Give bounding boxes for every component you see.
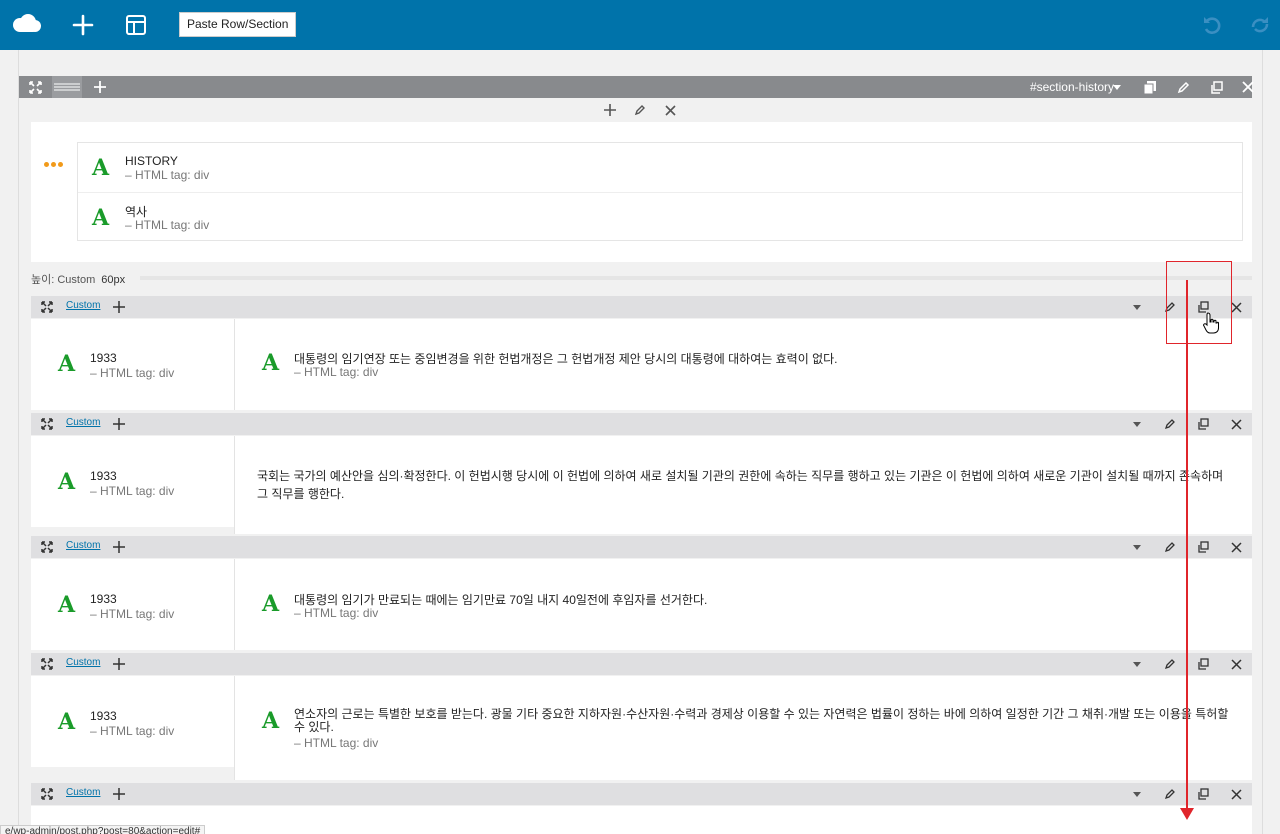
row-custom-link[interactable]: Custom xyxy=(66,417,100,428)
module-row-yeoksa[interactable]: A 역사 – HTML tag: div xyxy=(78,192,1242,241)
arrow-head-annotation xyxy=(1180,808,1194,820)
row-move-icon[interactable] xyxy=(39,653,55,675)
highlight-box-annotation xyxy=(1166,261,1232,344)
row-caret-icon[interactable] xyxy=(1131,653,1143,675)
row-add-plus-icon[interactable] xyxy=(111,536,127,558)
row-add-plus-icon[interactable] xyxy=(111,413,127,435)
year-subtitle: – HTML tag: div xyxy=(90,484,175,498)
row-add-plus-icon[interactable] xyxy=(111,653,127,675)
row-caret-icon[interactable] xyxy=(1131,413,1143,435)
row-caret-icon[interactable] xyxy=(1131,296,1143,318)
row-duplicate-icon[interactable] xyxy=(1195,413,1211,435)
height-divider xyxy=(140,276,1252,280)
row-move-icon[interactable] xyxy=(39,413,55,435)
top-toolbar: Paste Row/Section xyxy=(0,0,1280,50)
section-sub-toolbar xyxy=(600,100,680,120)
year-title: 1933 xyxy=(90,592,117,606)
row-add-plus-icon[interactable] xyxy=(111,296,127,318)
row-add-plus-icon[interactable] xyxy=(111,783,127,805)
section-sub-close-icon[interactable] xyxy=(660,100,680,120)
height-setting: 높이: Custom 60px xyxy=(31,271,125,287)
row-close-icon[interactable] xyxy=(1228,783,1244,805)
module-options-dots-icon[interactable] xyxy=(44,162,63,167)
row-toolbar: Custom xyxy=(31,653,1252,675)
row-custom-link[interactable]: Custom xyxy=(66,300,100,311)
module-subtitle: – HTML tag: div xyxy=(294,736,379,750)
text-module-icon: A xyxy=(58,351,76,377)
text-module-icon: A xyxy=(58,709,76,735)
year-subtitle: – HTML tag: div xyxy=(90,366,175,380)
year-subtitle: – HTML tag: div xyxy=(90,607,175,621)
row-duplicate-icon[interactable] xyxy=(1195,536,1211,558)
logo-cloud-icon[interactable] xyxy=(10,9,42,41)
row-duplicate-icon[interactable] xyxy=(1195,653,1211,675)
section-drag-handle[interactable] xyxy=(52,76,82,98)
paste-row-section-button[interactable]: Paste Row/Section xyxy=(179,12,297,37)
section-edit-pencil-icon[interactable] xyxy=(1174,76,1192,98)
redo-icon[interactable] xyxy=(1244,9,1276,41)
year-title: 1933 xyxy=(90,351,117,365)
row-move-icon[interactable] xyxy=(39,783,55,805)
section-move-icon[interactable] xyxy=(25,76,45,98)
year-subtitle: – HTML tag: div xyxy=(90,724,175,738)
year-title: 1933 xyxy=(90,709,117,723)
row-toolbar: Custom xyxy=(31,783,1252,805)
text-module-icon: A xyxy=(262,591,280,617)
row-toolbar: Custom xyxy=(31,413,1252,435)
row-move-icon[interactable] xyxy=(39,296,55,318)
row-close-icon[interactable] xyxy=(1228,413,1244,435)
row-edit-pencil-icon[interactable] xyxy=(1162,653,1178,675)
row-duplicate-icon[interactable] xyxy=(1195,783,1211,805)
module-subtitle: – HTML tag: div xyxy=(125,218,210,232)
text-module-icon: A xyxy=(58,469,76,495)
layout-icon[interactable] xyxy=(120,9,152,41)
row-custom-link[interactable]: Custom xyxy=(66,657,100,668)
text-module-icon: A xyxy=(92,205,110,231)
text-module-icon: A xyxy=(58,592,76,618)
row-custom-link[interactable]: Custom xyxy=(66,787,100,798)
section-anchor-label[interactable]: #section-history xyxy=(1030,76,1114,98)
section-toolbar: #section-history xyxy=(19,76,1254,98)
row-edit-pencil-icon[interactable] xyxy=(1162,783,1178,805)
row-partial-body xyxy=(31,806,1252,834)
text-module-icon: A xyxy=(262,708,280,734)
hand-cursor-icon xyxy=(1203,312,1219,339)
row-toolbar: Custom xyxy=(31,296,1252,318)
height-label: 높이: Custom xyxy=(31,274,96,286)
text-module-icon: A xyxy=(262,350,280,376)
add-plus-icon[interactable] xyxy=(67,9,99,41)
module-card: A HISTORY – HTML tag: div A 역사 – HTML ta… xyxy=(77,142,1243,241)
module-subtitle: – HTML tag: div xyxy=(294,606,379,620)
text-module-icon: A xyxy=(92,155,110,181)
row-caret-icon[interactable] xyxy=(1131,536,1143,558)
year-title: 1933 xyxy=(90,469,117,483)
row-text-content[interactable]: 국회는 국가의 예산안을 심의·확정한다. 이 헌법시행 당시에 이 헌법에 의… xyxy=(257,467,1229,503)
row-custom-link[interactable]: Custom xyxy=(66,540,100,551)
height-value[interactable]: 60px xyxy=(101,274,125,286)
section-close-icon[interactable] xyxy=(1239,76,1257,98)
section-sub-edit-pencil-icon[interactable] xyxy=(630,100,650,120)
row-edit-pencil-icon[interactable] xyxy=(1162,536,1178,558)
section-anchor-caret-icon[interactable] xyxy=(1111,76,1123,98)
row-move-icon[interactable] xyxy=(39,536,55,558)
section-sub-add-plus-icon[interactable] xyxy=(600,100,620,120)
row-close-icon[interactable] xyxy=(1228,536,1244,558)
section-duplicate-icon[interactable] xyxy=(1207,76,1225,98)
module-title: HISTORY xyxy=(125,154,178,168)
row-toolbar: Custom xyxy=(31,536,1252,558)
module-text: 연소자의 근로는 특별한 보호를 받는다. 광물 기타 중요한 지하자원·수산자… xyxy=(294,707,1229,734)
row-close-icon[interactable] xyxy=(1228,653,1244,675)
section-add-plus-icon[interactable] xyxy=(91,76,109,98)
section-copy-icon[interactable] xyxy=(1141,76,1159,98)
module-subtitle: – HTML tag: div xyxy=(125,168,210,182)
undo-icon[interactable] xyxy=(1196,9,1228,41)
module-row-history[interactable]: A HISTORY – HTML tag: div xyxy=(78,143,1242,192)
module-subtitle: – HTML tag: div xyxy=(294,365,379,379)
arrow-annotation xyxy=(1186,280,1188,810)
row-edit-pencil-icon[interactable] xyxy=(1162,413,1178,435)
status-bar-url: e/wp-admin/post.php?post=80&action=edit# xyxy=(0,825,206,834)
row-caret-icon[interactable] xyxy=(1131,783,1143,805)
